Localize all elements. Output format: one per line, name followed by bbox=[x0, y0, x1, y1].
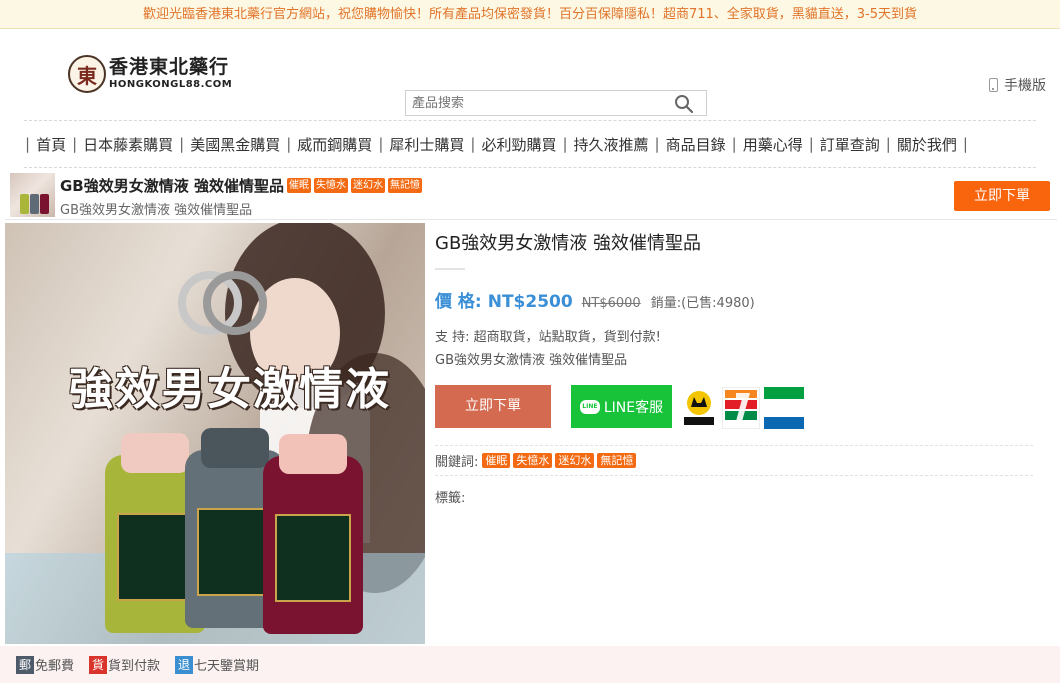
nav-separator: | bbox=[72, 135, 78, 153]
product-thumbnail[interactable] bbox=[10, 173, 55, 217]
search-box bbox=[405, 90, 707, 116]
line-support-label: LINE客服 bbox=[603, 399, 664, 416]
product-description: GB強效男女激情液 強效催情聖品 bbox=[435, 353, 628, 368]
nav-item[interactable]: 威而鋼購買 bbox=[292, 134, 377, 155]
nav-separator: | bbox=[25, 135, 31, 153]
site-header: 東 香港東北藥行 HONGKONGL88.COM 手機版 bbox=[0, 29, 1060, 120]
nav-separator: | bbox=[962, 135, 968, 153]
keyword-tag[interactable]: 無記憶 bbox=[597, 453, 637, 468]
price-row: 價 格: NT$2500 NT$6000 銷量:(已售:4980) bbox=[435, 287, 755, 312]
return-icon: 退 bbox=[175, 655, 194, 674]
product-title: GB強效男女激情液 強效催情聖品 bbox=[435, 233, 702, 254]
nav-separator: | bbox=[885, 135, 891, 153]
badge-label: 免郵費 bbox=[35, 659, 75, 674]
line-support-button[interactable]: LINE LINE客服 bbox=[571, 385, 672, 428]
summary-tag[interactable]: 失憶水 bbox=[313, 178, 348, 193]
line-icon: LINE bbox=[579, 399, 600, 414]
product-image-caption: 強效男女激情液 bbox=[69, 364, 391, 415]
badge-cash-on-delivery: 貨 貨到付款 bbox=[89, 655, 160, 674]
nav-item[interactable]: 用藥心得 bbox=[738, 134, 808, 155]
seven-eleven-logo bbox=[722, 387, 760, 429]
summary-subtitle: GB強效男女激情液 強效催情聖品 bbox=[60, 203, 253, 218]
nav-separator: | bbox=[378, 135, 384, 153]
tags-label: 標籤: bbox=[435, 491, 466, 506]
nav-item[interactable]: 必利勁購買 bbox=[476, 134, 561, 155]
nav-item[interactable]: 訂單查詢 bbox=[815, 134, 885, 155]
black-cat-logo bbox=[680, 387, 718, 429]
nav-item[interactable]: 關於我們 bbox=[892, 134, 962, 155]
keywords-row: 關鍵詞: 催眠 失憶水 迷幻水 無記憶 bbox=[435, 445, 1033, 476]
summary-title-text: GB強效男女激情液 強效催情聖品 bbox=[60, 177, 284, 195]
sales-count: 銷量:(已售:4980) bbox=[650, 296, 755, 311]
bottle-red bbox=[263, 434, 363, 634]
nav-separator: | bbox=[808, 135, 814, 153]
badge-return-period: 退 七天鑒賞期 bbox=[175, 655, 259, 674]
nav-item[interactable]: 首頁 bbox=[31, 134, 71, 155]
summary-tag[interactable]: 迷幻水 bbox=[350, 178, 385, 193]
keyword-tag[interactable]: 催眠 bbox=[482, 453, 511, 468]
summary-tags: 催眠 失憶水 迷幻水 無記憶 bbox=[286, 178, 425, 193]
nav-separator: | bbox=[179, 135, 185, 153]
nav-item[interactable]: 犀利士購買 bbox=[384, 134, 469, 155]
logo-mark-icon: 東 bbox=[68, 55, 106, 93]
logo-domain: HONGKONGL88.COM bbox=[109, 79, 233, 90]
price-value: NT$2500 bbox=[487, 292, 573, 312]
search-input[interactable] bbox=[406, 91, 666, 115]
nav-item[interactable]: 日本藤素購買 bbox=[78, 134, 178, 155]
badge-free-shipping: 郵 免郵費 bbox=[16, 655, 74, 674]
mobile-version-link[interactable]: 手機版 bbox=[989, 75, 1046, 95]
product-summary-bar: GB強效男女激情液 強效催情聖品 催眠 失憶水 迷幻水 無記憶 GB強效男女激情… bbox=[5, 168, 1057, 220]
mobile-version-label: 手機版 bbox=[1004, 78, 1046, 94]
nav-separator: | bbox=[654, 135, 660, 153]
price-label: 價 格: bbox=[435, 292, 482, 312]
summary-title: GB強效男女激情液 強效催情聖品 催眠 失憶水 迷幻水 無記憶 bbox=[60, 175, 425, 196]
nav-separator: | bbox=[286, 135, 292, 153]
nav-item[interactable]: 美國黑金購買 bbox=[185, 134, 285, 155]
shipping-logos bbox=[680, 387, 808, 429]
familymart-logo bbox=[764, 387, 804, 429]
service-badges-bar: 郵 免郵費 貨 貨到付款 退 七天鑒賞期 bbox=[0, 646, 1060, 683]
nav-separator: | bbox=[562, 135, 568, 153]
badge-label: 七天鑒賞期 bbox=[194, 659, 260, 674]
product-detail: 強效男女激情液 GB強效男女激情液 強效催情聖品 價 格: NT$2500 NT… bbox=[5, 221, 1057, 646]
site-logo[interactable]: 東 香港東北藥行 HONGKONGL88.COM bbox=[68, 55, 232, 93]
keywords-label: 關鍵詞: bbox=[435, 455, 479, 470]
nav-item[interactable]: 商品目錄 bbox=[661, 134, 731, 155]
main-nav: | 首頁 | 日本藤素購買 | 美國黑金購買 | 威而鋼購買 | 犀利士購買 | 必利勁購買 | 持久液推… bbox=[24, 120, 1036, 168]
nav-separator: | bbox=[470, 135, 476, 153]
cod-icon: 貨 bbox=[89, 655, 108, 674]
nav-item[interactable]: 持久液推薦 bbox=[569, 134, 654, 155]
keyword-tag[interactable]: 失憶水 bbox=[513, 453, 553, 468]
announcement-bar: 歡迎光臨香港東北藥行官方網站，祝您購物愉快！所有產品均保密發貨！百分百保障隱私！… bbox=[0, 0, 1060, 29]
search-icon[interactable] bbox=[674, 94, 694, 114]
order-now-button-top[interactable]: 立即下單 bbox=[954, 181, 1050, 211]
title-divider bbox=[435, 268, 465, 270]
summary-tag[interactable]: 無記憶 bbox=[387, 178, 422, 193]
product-image[interactable]: 強效男女激情液 bbox=[5, 223, 425, 644]
order-now-button[interactable]: 立即下單 bbox=[435, 385, 551, 428]
badge-label: 貨到付款 bbox=[108, 659, 161, 674]
announcement-text: 歡迎光臨香港東北藥行官方網站，祝您購物愉快！所有產品均保密發貨！百分百保障隱私！… bbox=[142, 7, 918, 22]
nav-separator: | bbox=[731, 135, 737, 153]
mail-icon: 郵 bbox=[16, 655, 34, 674]
summary-tag[interactable]: 催眠 bbox=[286, 178, 311, 193]
phone-icon bbox=[989, 78, 998, 92]
tags-row: 標籤: bbox=[435, 487, 465, 506]
original-price: NT$6000 bbox=[581, 296, 641, 311]
keyword-tag[interactable]: 迷幻水 bbox=[555, 453, 595, 468]
logo-name: 香港東北藥行 bbox=[109, 56, 230, 78]
support-info: 支 持: 超商取貨，站點取貨，貨到付款! bbox=[435, 330, 661, 345]
